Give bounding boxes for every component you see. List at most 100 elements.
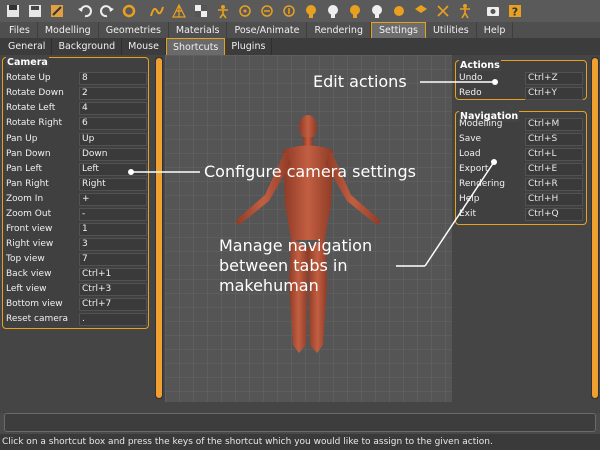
right-scrollbar[interactable] (591, 57, 599, 399)
shortcut-key-box[interactable]: Left (79, 162, 147, 176)
save-icon[interactable] (25, 2, 45, 20)
tab-geometries[interactable]: Geometries (99, 22, 169, 38)
screenshot-icon[interactable] (483, 2, 503, 20)
annotation-manage-nav-line2: between tabs in (219, 256, 348, 275)
shortcut-label: Zoom In (6, 194, 44, 204)
export-icon[interactable] (47, 2, 67, 20)
left-view-icon[interactable] (279, 2, 299, 20)
shortcut-key-box[interactable]: - (79, 207, 147, 221)
shortcut-label: Modelling (459, 119, 503, 129)
background-icon[interactable] (191, 2, 211, 20)
toolbar: ? (0, 0, 600, 22)
back-view-icon[interactable] (257, 2, 277, 20)
shortcut-label: Undo (459, 73, 483, 83)
smooth-icon[interactable] (147, 2, 167, 20)
shortcut-key-box[interactable]: Ctrl+3 (79, 282, 147, 296)
shortcut-row: Redo Ctrl+Y (459, 86, 585, 100)
shortcut-key-box[interactable]: 6 (79, 116, 147, 130)
viewport-scene (165, 55, 452, 402)
shortcut-key-box[interactable]: 1 (79, 222, 147, 236)
head-top-icon[interactable] (345, 2, 365, 20)
shortcut-key-box[interactable]: Ctrl+Z (525, 71, 583, 85)
tab-help[interactable]: Help (477, 22, 514, 38)
shortcut-row: Right view 3 (6, 237, 148, 251)
annotation-manage-nav-line1: Manage navigation (219, 236, 373, 255)
subtab-plugins[interactable]: Plugins (225, 38, 273, 55)
shortcut-row: Pan Right Right (6, 177, 148, 191)
shortcut-key-box[interactable]: Ctrl+Q (525, 207, 583, 221)
shortcut-label: Rotate Up (6, 73, 51, 83)
shortcut-key-box[interactable]: Ctrl+R (525, 177, 583, 191)
head-back-icon[interactable] (389, 2, 409, 20)
shortcut-key-box[interactable]: Ctrl+Y (525, 86, 583, 100)
shortcut-key-box[interactable]: 2 (79, 86, 147, 100)
annotation-manage-nav-line3: makehuman (219, 276, 319, 295)
shortcut-row: Help Ctrl+H (459, 192, 585, 206)
shortcut-label: Load (459, 149, 481, 159)
subtab-background[interactable]: Background (52, 38, 123, 55)
shortcut-key-box[interactable]: 3 (79, 237, 147, 251)
subtab-shortcuts[interactable]: Shortcuts (165, 38, 226, 55)
help-icon[interactable]: ? (505, 2, 525, 20)
tab-modelling[interactable]: Modelling (38, 22, 99, 38)
shortcut-key-box[interactable]: Ctrl+M (525, 117, 583, 131)
right-scroll-thumb[interactable] (592, 58, 598, 398)
shortcut-input-bar[interactable] (4, 413, 596, 432)
shortcut-label: Rotate Left (6, 103, 56, 113)
shortcut-key-box[interactable]: Ctrl+7 (79, 297, 147, 311)
shortcut-key-box[interactable]: 4 (79, 101, 147, 115)
shortcut-label: Exit (459, 209, 477, 219)
navigation-group: Navigation Modelling Ctrl+M Save Ctrl+S Lo… (455, 111, 587, 225)
head-bottom-icon[interactable] (367, 2, 387, 20)
tab-rendering[interactable]: Rendering (307, 22, 371, 38)
shortcut-label: Pan Up (6, 134, 38, 144)
subtab-general[interactable]: General (2, 38, 53, 55)
tab-materials[interactable]: Materials (169, 22, 228, 38)
shortcut-key-box[interactable]: + (79, 192, 147, 206)
3d-viewport[interactable] (165, 55, 452, 402)
redo-arrow-icon[interactable] (97, 2, 117, 20)
shortcut-key-box[interactable]: Ctrl+S (525, 132, 583, 146)
tab-files[interactable]: Files (2, 22, 38, 38)
reset-icon[interactable] (119, 2, 139, 20)
shortcut-row: Pan Down Down (6, 147, 148, 161)
shortcut-key-box[interactable]: Up (79, 132, 147, 146)
shortcut-key-box[interactable]: Ctrl+H (525, 192, 583, 206)
wireframe-icon[interactable] (169, 2, 189, 20)
symmetry-icon[interactable] (433, 2, 453, 20)
shortcut-row: Load Ctrl+L (459, 147, 585, 161)
reset-camera-icon[interactable] (411, 2, 431, 20)
shortcut-key-box[interactable]: 7 (79, 252, 147, 266)
subtab-mouse[interactable]: Mouse (122, 38, 166, 55)
shortcut-row: Left view Ctrl+3 (6, 282, 148, 296)
front-view-icon[interactable] (235, 2, 255, 20)
shortcut-key-box[interactable]: 8 (79, 71, 147, 85)
undo-icon[interactable] (3, 2, 23, 20)
shortcut-key-box[interactable]: Right (79, 177, 147, 191)
shortcut-key-box[interactable]: . (79, 312, 147, 326)
shortcut-label: Left view (6, 284, 47, 294)
tab-settings[interactable]: Settings (370, 22, 426, 38)
shortcut-label: Zoom Out (6, 209, 52, 219)
undo-arrow-icon[interactable] (75, 2, 95, 20)
sub-tab-bar: General Background Mouse Shortcuts Plugi… (0, 38, 600, 55)
head-left-icon[interactable] (301, 2, 321, 20)
shortcut-row: Rotate Down 2 (6, 86, 148, 100)
shortcut-key-box[interactable]: Ctrl+1 (79, 267, 147, 281)
shortcut-key-box[interactable]: Ctrl+E (525, 162, 583, 176)
shortcut-row: Modelling Ctrl+M (459, 117, 585, 131)
left-scroll-thumb[interactable] (156, 58, 162, 398)
left-scrollbar[interactable] (155, 57, 163, 399)
shortcut-row: Front view 1 (6, 222, 148, 236)
tab-pose-animate[interactable]: Pose/Animate (227, 22, 308, 38)
shortcut-label: Back view (6, 269, 52, 279)
shortcut-row: Rotate Up 8 (6, 71, 148, 85)
tab-utilities[interactable]: Utilities (426, 22, 477, 38)
head-right-icon[interactable] (323, 2, 343, 20)
status-bar: Click on a shortcut box and press the ke… (0, 434, 600, 450)
figure-icon[interactable] (455, 2, 475, 20)
shortcut-key-box[interactable]: Down (79, 147, 147, 161)
shortcut-key-box[interactable]: Ctrl+L (525, 147, 583, 161)
pose-icon[interactable] (213, 2, 233, 20)
shortcut-label: Rotate Right (6, 118, 63, 128)
